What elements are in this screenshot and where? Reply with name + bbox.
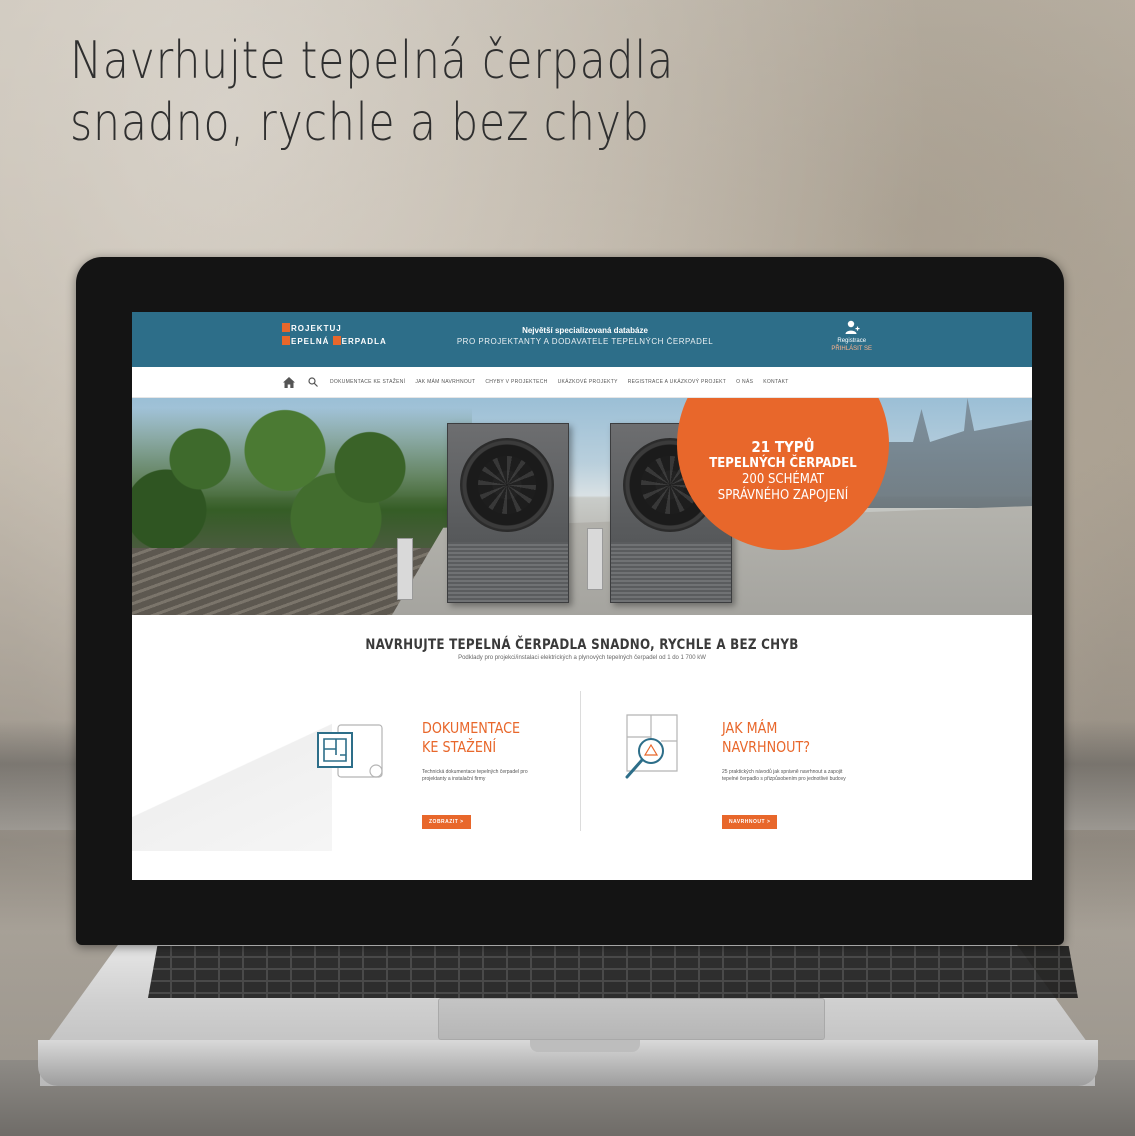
header-tagline: Největší specializovaná databáze PRO PRO…	[430, 325, 740, 347]
logo-letter-box	[282, 323, 290, 332]
decorative-diagonal	[132, 691, 332, 851]
nav-item-chyby[interactable]: CHYBY V PROJEKTECH	[485, 379, 547, 385]
unit-grille	[611, 542, 731, 602]
card-title-line1: JAK MÁM	[722, 719, 778, 737]
card-title: DOKUMENTACE KE STAŽENÍ	[422, 719, 520, 757]
home-icon[interactable]	[282, 375, 296, 389]
card-title-line2: KE STAŽENÍ	[422, 738, 497, 756]
cards-divider	[580, 691, 581, 831]
main-subtitle: Podklady pro projekci/instalaci elektric…	[458, 655, 706, 661]
hero-pipe	[397, 538, 413, 600]
magnifier-plan-icon	[625, 714, 678, 779]
nav-item-ukazkove-projekty[interactable]: UKÁZKOVÉ PROJEKTY	[558, 379, 618, 385]
zobrazit-button[interactable]: ZOBRAZIT >	[422, 815, 471, 829]
feature-cards: DOKUMENTACE KE STAŽENÍ Technická dokumen…	[132, 691, 1032, 851]
site-logo[interactable]: ROJEKTUJ EPELNÁ ERPADLA	[282, 322, 402, 348]
card-title-line1: DOKUMENTACE	[422, 719, 521, 737]
card-description: Technická dokumentace tepelných čerpadel…	[422, 769, 528, 782]
laptop-notch	[530, 1040, 640, 1052]
laptop-screen: ROJEKTUJ EPELNÁ ERPADLA Největší special…	[132, 312, 1032, 880]
blueprint-icon	[317, 724, 383, 778]
site-header: ROJEKTUJ EPELNÁ ERPADLA Největší special…	[132, 312, 1032, 367]
card-title: JAK MÁM NAVRHNOUT?	[722, 719, 810, 757]
hero-image: 21 TYPŮ TEPELNÝCH ČERPADEL 200 SCHÉMAT S…	[132, 398, 1032, 615]
unit-grille	[448, 542, 568, 602]
header-tagline-line2: PRO PROJEKTANTY A DODAVATELE TEPELNÝCH Č…	[456, 337, 714, 346]
nav-item-jak-mam-navrhnout[interactable]: JAK MÁM NAVRHNOUT	[415, 379, 475, 385]
nav-item-registrace[interactable]: REGISTRACE A UKÁZKOVÝ PROJEKT	[628, 379, 726, 385]
logo-line2: EPELNÁ ERPADLA	[282, 335, 402, 348]
card-dokumentace: DOKUMENTACE KE STAŽENÍ Technická dokumen…	[312, 691, 572, 831]
hero-badge-line2: TEPELNÝCH ČERPADEL	[709, 456, 857, 471]
search-icon[interactable]	[306, 375, 320, 389]
logo-line1: ROJEKTUJ	[282, 322, 402, 335]
heat-pump-unit	[447, 423, 569, 603]
hero-pipe	[587, 528, 603, 590]
hero-badge-line3: 200 SCHÉMAT	[741, 472, 825, 487]
register-link[interactable]: Registrace PŘIHLÁSIT SE	[831, 319, 872, 353]
logo-letter-box	[332, 336, 341, 345]
logo-word2: EPELNÁ	[291, 337, 333, 346]
hero-badge-line4: SPRÁVNÉHO ZAPOJENÍ	[717, 488, 849, 503]
nav-item-kontakt[interactable]: KONTAKT	[763, 379, 788, 385]
logo-letter-box	[282, 336, 290, 345]
ad-headline: Navrhujte tepelná čerpadla snadno, rychl…	[70, 30, 674, 154]
main-title: NAVRHUJTE TEPELNÁ ČERPADLA SNADNO, RYCHL…	[365, 637, 799, 653]
main-nav: DOKUMENTACE KE STAŽENÍ JAK MÁM NAVRHNOUT…	[132, 367, 1032, 398]
logo-word3: ERPADLA	[341, 337, 387, 346]
nav-item-o-nas[interactable]: O NÁS	[736, 379, 753, 385]
ad-headline-line2: snadno, rychle a bez chyb	[70, 93, 650, 153]
header-tagline-line1: Největší specializovaná databáze	[522, 326, 648, 335]
laptop-keyboard	[148, 946, 1078, 998]
navrhnout-button[interactable]: NAVRHNOUT >	[722, 815, 778, 829]
login-label: PŘIHLÁSIT SE	[831, 346, 872, 352]
nav-item-dokumentace[interactable]: DOKUMENTACE KE STAŽENÍ	[330, 379, 405, 385]
laptop-trackpad	[438, 998, 825, 1040]
card-description: 25 praktických návodů jak správně navrhn…	[722, 769, 846, 782]
hero-badge-line1: 21 TYPŮ	[751, 438, 815, 456]
fan-icon	[460, 438, 554, 532]
card-title-line2: NAVRHNOUT?	[722, 738, 811, 756]
ad-headline-line1: Navrhujte tepelná čerpadla	[70, 31, 675, 91]
card-jak-mam-navrhnout: JAK MÁM NAVRHNOUT? 25 praktických návodů…	[617, 691, 877, 831]
user-add-icon	[845, 320, 860, 334]
logo-word1: ROJEKTUJ	[291, 324, 342, 333]
register-label: Registrace	[837, 338, 867, 344]
